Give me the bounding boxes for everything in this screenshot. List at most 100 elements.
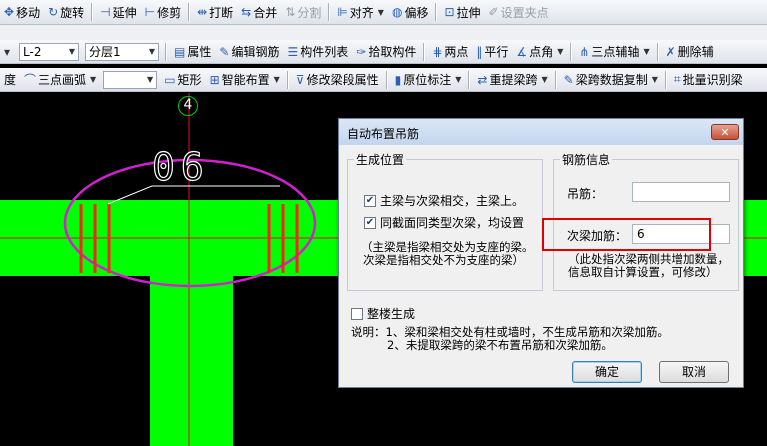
properties-button[interactable]: ▤ 属性 — [170, 42, 215, 62]
merge-button[interactable]: ⇆ 合并 — [237, 2, 281, 22]
explanation-line1: 说明：1、梁和梁相交处有柱或墙时，不生成吊筋和次梁加筋。 — [351, 325, 669, 339]
set-grip-button[interactable]: ✐ 设置夹点 — [485, 2, 553, 22]
delete-aux-icon: ✗ — [665, 44, 676, 59]
ok-button[interactable]: 确定 — [572, 361, 642, 383]
modify-beam-segment-label: 修改梁段属性 — [306, 73, 379, 87]
batch-recognize-label: 批量识别梁 — [682, 73, 743, 87]
rebar-note-line2: 信息取自计算设置，可修改） — [568, 265, 718, 279]
rebar-info-legend: 钢筋信息 — [562, 153, 611, 167]
layer-combo[interactable]: 分层1 ▼ — [85, 42, 160, 61]
close-icon: ✕ — [720, 126, 730, 139]
offset-label: 偏移 — [404, 5, 429, 20]
modify-beam-segment-icon: ⊽ — [295, 72, 305, 87]
rotate-button[interactable]: ↻ 旋转 — [44, 2, 88, 22]
trim-label: 修剪 — [157, 5, 182, 20]
component-list-icon: ☰ — [287, 44, 299, 59]
toolbar-separator — [656, 42, 659, 61]
same-section-checkbox[interactable]: ✔ — [364, 216, 376, 229]
move-button[interactable]: ✥ 移动 — [0, 2, 44, 22]
two-point-icon: ⋕ — [432, 44, 443, 59]
properties-label: 属性 — [187, 45, 212, 59]
extend-button[interactable]: ⊣ 延伸 — [96, 2, 140, 22]
trim-icon: ⊢ — [144, 5, 156, 19]
re-extract-span-button[interactable]: ⇄ 重提梁跨 ▼ — [473, 70, 551, 90]
modify-beam-segment-button[interactable]: ⊽ 修改梁段属性 — [292, 70, 383, 90]
align-button[interactable]: ⊫ 对齐 ▼ — [333, 2, 388, 22]
cancel-button[interactable]: 取消 — [659, 361, 729, 383]
split-label: 分割 — [297, 5, 322, 20]
chevron-down-icon: ▼ — [651, 75, 658, 84]
same-section-option[interactable]: ✔ 同截面同类型次梁，均设置 — [364, 214, 524, 231]
whole-building-option[interactable]: 整楼生成 — [351, 305, 415, 322]
offset-icon: ◍ — [391, 5, 403, 19]
smart-layout-button[interactable]: ⊞ 智能布置 ▼ — [206, 70, 284, 90]
edit-rebar-icon: ✎ — [219, 44, 230, 59]
smart-layout-label: 智能布置 — [221, 73, 270, 87]
in-situ-annotation-button[interactable]: ▮ 原位标注 ▼ — [391, 70, 466, 90]
point-angle-icon: ∡ — [516, 44, 528, 59]
span-data-copy-button[interactable]: ✎ 梁跨数据复制 ▼ — [560, 70, 662, 90]
toolbar-lead-text: 度 — [4, 73, 17, 87]
toolbar-separator — [165, 42, 168, 61]
explanation-line2: 2、未提取梁跨的梁不布置吊筋和次梁加筋。 — [387, 338, 613, 352]
gen-position-legend: 生成位置 — [356, 153, 405, 167]
three-point-arc-button[interactable]: ⌒ 三点画弧 ▼ — [20, 70, 100, 90]
batch-recognize-button[interactable]: ⌗ 批量识别梁 — [670, 70, 747, 90]
rotate-icon: ↻ — [48, 5, 59, 19]
chevron-down-icon: ▼ — [455, 75, 462, 84]
pick-component-button[interactable]: ✑ 拾取构件 — [352, 42, 420, 62]
rectangle-button[interactable]: ▭ 矩形 — [160, 70, 205, 90]
main-beam-intersect-label: 主梁与次梁相交，主梁上。 — [380, 194, 525, 208]
arc-option-combo[interactable]: ▼ — [103, 70, 158, 89]
parallel-label: 平行 — [484, 45, 509, 59]
offset-button[interactable]: ◍ 偏移 — [388, 2, 433, 22]
point-angle-button[interactable]: ∡ 点角 ▼ — [512, 42, 567, 62]
rebar-note-line1: （此处指次梁两侧共增加数量， — [568, 252, 729, 266]
re-extract-span-label: 重提梁跨 — [489, 73, 538, 87]
three-point-aux-button[interactable]: ⋔ 三点辅轴 ▼ — [575, 42, 653, 62]
merge-label: 合并 — [253, 5, 278, 20]
stretch-label: 拉伸 — [456, 5, 481, 20]
two-point-label: 两点 — [444, 45, 469, 59]
delete-aux-label: 删除辅 — [677, 45, 714, 59]
pick-component-label: 拾取构件 — [368, 45, 417, 59]
re-extract-span-icon: ⇄ — [477, 72, 488, 87]
break-button[interactable]: ⇹ 打断 — [193, 2, 237, 22]
toolbar-lead-icon[interactable]: ▾ — [0, 42, 16, 62]
axis-label: 4 — [183, 97, 193, 113]
split-button[interactable]: ⇅ 分割 — [281, 2, 325, 22]
move-label: 移动 — [16, 5, 41, 20]
layer-value: 分层1 — [89, 45, 121, 59]
auto-hanger-dialog: 自动布置吊筋 ✕ 生成位置 ✔ 主梁与次梁相交，主梁上。 ✔ 同截面同类型次梁，… — [338, 118, 744, 388]
component-list-button[interactable]: ☰ 构件列表 — [283, 42, 352, 62]
rectangle-icon: ▭ — [164, 72, 176, 87]
whole-building-checkbox[interactable] — [351, 307, 363, 320]
edit-rebar-label: 编辑钢筋 — [231, 45, 280, 59]
main-beam-intersect-option[interactable]: ✔ 主梁与次梁相交，主梁上。 — [364, 192, 524, 209]
chevron-down-icon: ▼ — [377, 7, 384, 17]
chevron-down-icon: ▼ — [147, 75, 154, 84]
gen-note-line1: （主梁是指梁相交处为支座的梁。 — [361, 240, 534, 254]
toolbar-separator — [664, 70, 667, 89]
edit-rebar-button[interactable]: ✎ 编辑钢筋 — [215, 42, 283, 62]
same-section-label: 同截面同类型次梁，均设置 — [380, 216, 525, 230]
move-icon: ✥ — [4, 5, 15, 19]
delete-aux-button[interactable]: ✗ 删除辅 — [662, 42, 718, 62]
parallel-button[interactable]: ‖ 平行 — [472, 42, 512, 62]
beam-name-combo[interactable]: L-2 ▼ — [19, 42, 80, 61]
main-beam-intersect-checkbox[interactable]: ✔ — [364, 194, 376, 207]
dialog-titlebar[interactable]: 自动布置吊筋 ✕ — [339, 119, 743, 145]
trim-button[interactable]: ⊢ 修剪 — [141, 2, 185, 22]
extend-icon: ⊣ — [100, 5, 111, 19]
parallel-icon: ‖ — [476, 44, 483, 59]
align-icon: ⊫ — [337, 5, 348, 19]
close-button[interactable]: ✕ — [711, 124, 739, 140]
two-point-button[interactable]: ⋕ 两点 — [428, 42, 472, 62]
stretch-button[interactable]: ⊡ 拉伸 — [440, 2, 484, 22]
chevron-down-icon: ▼ — [541, 75, 548, 84]
point-angle-label: 点角 — [529, 45, 554, 59]
span-data-copy-icon: ✎ — [563, 72, 574, 87]
toolbar-separator — [188, 3, 191, 21]
hanger-input[interactable] — [632, 182, 730, 202]
three-point-arc-label: 三点画弧 — [38, 73, 87, 87]
